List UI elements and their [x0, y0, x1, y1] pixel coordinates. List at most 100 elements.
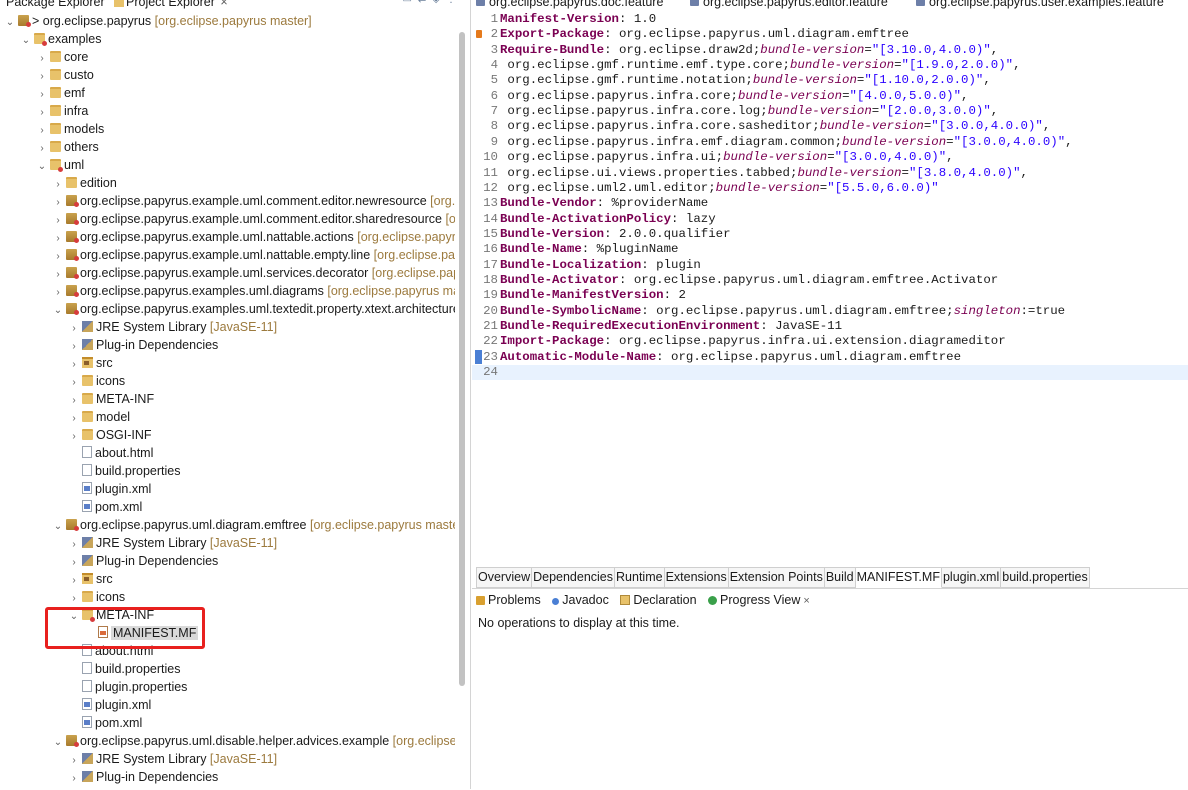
code-line[interactable]: 12 org.eclipse.uml2.uml.editor;bundle-ve…	[472, 181, 1188, 196]
manifest-page-tab[interactable]: plugin.xml	[941, 567, 1002, 588]
chevron-down-icon[interactable]: ⌄	[36, 158, 48, 174]
code-line[interactable]: 21 Bundle-RequiredExecutionEnvironment: J…	[472, 319, 1188, 334]
tree-item[interactable]: about.html	[0, 444, 470, 462]
chevron-right-icon[interactable]: ›	[36, 122, 48, 138]
tree-item[interactable]: › JRE System Library [JavaSE-11]	[0, 534, 470, 552]
code-line[interactable]: 23 Automatic-Module-Name: org.eclipse.pap…	[472, 350, 1188, 365]
tree-item[interactable]: ⌄ uml	[0, 156, 470, 174]
chevron-down-icon[interactable]: ⌄	[20, 32, 32, 48]
tree-item[interactable]: › META-INF	[0, 390, 470, 408]
tree-item[interactable]: › models	[0, 120, 470, 138]
chevron-right-icon[interactable]: ›	[68, 374, 80, 390]
tree-item[interactable]: › others	[0, 138, 470, 156]
chevron-right-icon[interactable]: ›	[36, 86, 48, 102]
tree-item[interactable]: › org.eclipse.papyrus.example.uml.service…	[0, 264, 470, 282]
tree-item[interactable]: › OSGI-INF	[0, 426, 470, 444]
code-line[interactable]: 14 Bundle-ActivationPolicy: lazy	[472, 212, 1188, 227]
tree-item[interactable]: › org.eclipse.papyrus.example.uml.nattabl…	[0, 228, 470, 246]
tree-item[interactable]: › core	[0, 48, 470, 66]
code-line[interactable]: 11 org.eclipse.ui.views.properties.tabbe…	[472, 166, 1188, 181]
code-line[interactable]: 24	[472, 365, 1188, 381]
tree-item[interactable]: › JRE System Library [JavaSE-11]	[0, 318, 470, 336]
code-line[interactable]: 9 org.eclipse.papyrus.infra.emf.diagram.…	[472, 135, 1188, 150]
tree-item[interactable]: › model	[0, 408, 470, 426]
code-line[interactable]: 22 Import-Package: org.eclipse.papyrus.in…	[472, 334, 1188, 349]
code-line[interactable]: 7 org.eclipse.papyrus.infra.core.log;bun…	[472, 104, 1188, 119]
chevron-right-icon[interactable]: ›	[36, 50, 48, 66]
code-line[interactable]: 15 Bundle-Version: 2.0.0.qualifier	[472, 227, 1188, 242]
link-editor-icon[interactable]: ⇄	[418, 0, 432, 5]
chevron-right-icon[interactable]: ›	[68, 428, 80, 444]
chevron-right-icon[interactable]: ›	[68, 752, 80, 768]
tree-item[interactable]: pom.xml	[0, 714, 470, 732]
chevron-right-icon[interactable]: ›	[68, 572, 80, 588]
tree-item[interactable]: › JRE System Library [JavaSE-11]	[0, 750, 470, 768]
code-line[interactable]: 6 org.eclipse.papyrus.infra.core;bundle-…	[472, 89, 1188, 104]
tree-item[interactable]: › Plug-in Dependencies	[0, 552, 470, 570]
code-line[interactable]: 4 org.eclipse.gmf.runtime.emf.type.core;…	[472, 58, 1188, 73]
chevron-down-icon[interactable]: ⌄	[52, 734, 64, 750]
manifest-page-tab[interactable]: MANIFEST.MF	[855, 567, 942, 588]
tree-item[interactable]: › Plug-in Dependencies	[0, 336, 470, 354]
manifest-text-editor[interactable]: 1 Manifest-Version: 1.0 2 Export-Package: o…	[472, 12, 1188, 573]
chevron-right-icon[interactable]: ›	[68, 392, 80, 408]
tree-item[interactable]: › Plug-in Dependencies	[0, 768, 470, 786]
code-line[interactable]: 13 Bundle-Vendor: %providerName	[472, 196, 1188, 211]
chevron-right-icon[interactable]: ›	[52, 284, 64, 300]
editor-tab[interactable]: org.eclipse.papyrus.doc.feature	[476, 0, 663, 9]
tree-item[interactable]: › custo	[0, 66, 470, 84]
chevron-down-icon[interactable]: ⌄	[52, 518, 64, 534]
tree-item[interactable]: plugin.xml	[0, 696, 470, 714]
code-line[interactable]: 20 Bundle-SymbolicName: org.eclipse.papyr…	[472, 304, 1188, 319]
tree-item[interactable]: ⌄ org.eclipse.papyrus.examples.uml.texted…	[0, 300, 470, 318]
tree-item[interactable]: build.properties	[0, 660, 470, 678]
manifest-page-tab[interactable]: Extension Points	[728, 567, 825, 588]
chevron-down-icon[interactable]: ⌄	[4, 14, 16, 30]
chevron-right-icon[interactable]: ›	[52, 266, 64, 282]
tree-item[interactable]: › icons	[0, 372, 470, 390]
code-line[interactable]: 19 Bundle-ManifestVersion: 2	[472, 288, 1188, 303]
chevron-right-icon[interactable]: ›	[52, 212, 64, 228]
tree-item[interactable]: › src	[0, 570, 470, 588]
chevron-right-icon[interactable]: ›	[68, 338, 80, 354]
chevron-right-icon[interactable]: ›	[36, 140, 48, 156]
code-line[interactable]: 1 Manifest-Version: 1.0	[472, 12, 1188, 27]
chevron-right-icon[interactable]: ›	[68, 590, 80, 606]
tab-progress-view[interactable]: Progress View ×	[708, 593, 810, 607]
manifest-page-tab[interactable]: Build	[824, 567, 856, 588]
tree-item[interactable]: pom.xml	[0, 498, 470, 516]
chevron-right-icon[interactable]: ›	[36, 104, 48, 120]
manifest-page-tab[interactable]: build.properties	[1001, 567, 1090, 588]
scrollbar-thumb[interactable]	[459, 32, 465, 686]
manifest-page-tab[interactable]: Extensions	[664, 567, 729, 588]
tree-item[interactable]: plugin.xml	[0, 480, 470, 498]
tree-item[interactable]: ⌄ org.eclipse.papyrus.uml.diagram.emftree…	[0, 516, 470, 534]
chevron-right-icon[interactable]: ›	[68, 770, 80, 786]
tree-item[interactable]: ⌄ > org.eclipse.papyrus [org.eclipse.papy…	[0, 12, 459, 30]
view-menu-icon[interactable]: ⋮	[446, 0, 462, 5]
tree-item[interactable]: › infra	[0, 102, 470, 120]
code-line[interactable]: 17 Bundle-Localization: plugin	[472, 258, 1188, 273]
code-line[interactable]: 3 Require-Bundle: org.eclipse.draw2d;bund…	[472, 43, 1188, 58]
manifest-page-tab[interactable]: Overview	[476, 567, 533, 588]
editor-tab[interactable]: org.eclipse.papyrus.user.examples.featur…	[916, 0, 1164, 9]
manifest-page-tab[interactable]: Runtime	[615, 567, 665, 588]
tree-item[interactable]: › icons	[0, 588, 470, 606]
tree-item[interactable]: › org.eclipse.papyrus.examples.uml.diagra…	[0, 282, 470, 300]
focus-icon[interactable]: ◈	[432, 0, 446, 5]
code-line[interactable]: 8 org.eclipse.papyrus.infra.core.sashedi…	[472, 119, 1188, 134]
chevron-right-icon[interactable]: ›	[68, 410, 80, 426]
code-line[interactable]: 18 Bundle-Activator: org.eclipse.papyrus.…	[472, 273, 1188, 288]
chevron-right-icon[interactable]: ›	[68, 356, 80, 372]
tree-item[interactable]: plugin.properties	[0, 678, 470, 696]
chevron-right-icon[interactable]: ›	[68, 320, 80, 336]
tab-package-explorer[interactable]: Package Explorer	[6, 0, 105, 9]
chevron-right-icon[interactable]: ›	[68, 554, 80, 570]
close-icon[interactable]: ×	[220, 0, 227, 9]
close-icon[interactable]: ×	[803, 595, 809, 607]
chevron-right-icon[interactable]: ›	[36, 68, 48, 84]
code-line[interactable]: 16 Bundle-Name: %pluginName	[472, 242, 1188, 257]
chevron-right-icon[interactable]: ›	[68, 536, 80, 552]
tab-problems[interactable]: Problems	[476, 593, 541, 607]
code-line[interactable]: 5 org.eclipse.gmf.runtime.notation;bundl…	[472, 73, 1188, 88]
